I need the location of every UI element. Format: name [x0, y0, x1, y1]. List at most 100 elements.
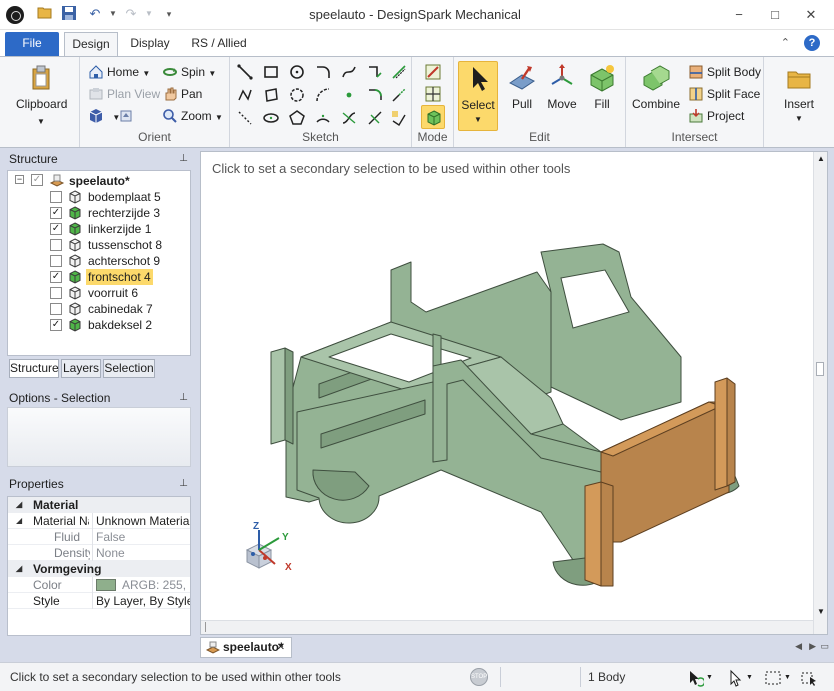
sweep-arc-icon[interactable]: [314, 86, 332, 104]
insert-button[interactable]: Insert ▼: [774, 61, 824, 131]
document-tab-close-icon[interactable]: ✕: [277, 638, 285, 657]
visibility-checkbox[interactable]: ✓: [50, 271, 62, 283]
redo-dropdown-icon[interactable]: ▼: [140, 5, 158, 23]
tab-display[interactable]: Display: [122, 32, 178, 56]
select-mode-icon[interactable]: [686, 669, 704, 687]
collapse-triangle-icon[interactable]: ◢: [16, 513, 22, 529]
fill-button[interactable]: Fill: [582, 61, 622, 131]
selection-filter-icon[interactable]: [800, 669, 820, 687]
section-mode-icon[interactable]: [424, 85, 442, 103]
app-logo-icon[interactable]: [6, 6, 24, 24]
scroll-left-icon[interactable]: [205, 622, 215, 632]
minimize-button[interactable]: −: [726, 4, 752, 26]
split-face-button[interactable]: Split Face: [688, 84, 760, 104]
circle-tool-icon[interactable]: [288, 63, 306, 81]
three-point-arc-icon[interactable]: [314, 109, 332, 127]
project-button[interactable]: Project: [688, 106, 744, 126]
pin-icon[interactable]: ⊥: [179, 389, 188, 407]
visibility-checkbox[interactable]: [50, 287, 62, 299]
three-point-rectangle-icon[interactable]: [262, 86, 280, 104]
help-icon[interactable]: ?: [804, 35, 820, 51]
tab-layers[interactable]: Layers: [61, 359, 101, 378]
collapse-triangle-icon[interactable]: ◢: [16, 561, 22, 577]
density-row[interactable]: Density None: [8, 545, 190, 561]
box-select-dropdown-icon[interactable]: ▼: [784, 674, 791, 681]
extend-tool-icon[interactable]: [390, 86, 408, 104]
style-row[interactable]: Style By Layer, By Style: [8, 593, 190, 609]
view-options-button[interactable]: [118, 106, 137, 126]
tab-selection[interactable]: Selection: [103, 359, 155, 378]
tab-design[interactable]: Design: [64, 32, 118, 56]
tab-scroll-right-icon[interactable]: ▶: [809, 641, 816, 652]
color-row[interactable]: Color ARGB: 255, 14: [8, 577, 190, 593]
split-body-button[interactable]: Split Body: [688, 62, 761, 82]
polygon-tool-icon[interactable]: [288, 109, 306, 127]
combine-button[interactable]: Combine: [630, 61, 682, 131]
visibility-checkbox[interactable]: [50, 255, 62, 267]
zoom-button[interactable]: Zoom ▼: [162, 106, 223, 126]
box-select-icon[interactable]: [764, 669, 782, 687]
tree-item[interactable]: ✓ linkerzijde 1: [8, 221, 188, 237]
tab-scroll-left-icon[interactable]: ◀: [795, 641, 802, 652]
close-button[interactable]: ✕: [798, 4, 824, 26]
3d-mode-button[interactable]: [421, 105, 445, 129]
tab-rs-allied[interactable]: RS / Allied: [182, 32, 256, 56]
horizontal-scrollbar[interactable]: [201, 620, 813, 634]
pointer-icon[interactable]: [728, 669, 744, 687]
sketch-mode-icon[interactable]: [424, 63, 442, 81]
select-button[interactable]: Select ▼: [458, 61, 498, 131]
vertical-scrollbar[interactable]: ▲ ▼: [813, 152, 827, 634]
save-icon[interactable]: [60, 5, 78, 23]
split-curve-icon[interactable]: [366, 109, 384, 127]
three-point-circle-icon[interactable]: [288, 86, 306, 104]
point-tool-icon[interactable]: [340, 86, 358, 104]
customize-toolbar-icon[interactable]: ▾: [160, 5, 178, 23]
visibility-checkbox[interactable]: [50, 303, 62, 315]
ribbon-collapse-icon[interactable]: ⌃: [781, 36, 790, 49]
tree-item[interactable]: cabinedak 7: [8, 301, 188, 317]
ellipse-tool-icon[interactable]: [262, 109, 280, 127]
root-checkbox[interactable]: ✓: [31, 174, 43, 186]
collapse-triangle-icon[interactable]: ◢: [16, 497, 22, 513]
pin-icon[interactable]: ⊥: [179, 475, 188, 493]
color-value[interactable]: ARGB: 255, 14: [92, 577, 190, 593]
tree-item[interactable]: ✓ frontschot 4: [8, 269, 188, 285]
tree-item[interactable]: ✓ bakdeksel 2: [8, 317, 188, 333]
stop-icon[interactable]: STOP: [470, 668, 488, 686]
pin-icon[interactable]: ⊥: [179, 150, 188, 168]
tree-item[interactable]: bodemplaat 5: [8, 189, 188, 205]
home-button[interactable]: Home ▼: [88, 62, 150, 82]
open-folder-icon[interactable]: [36, 5, 54, 23]
redo-icon[interactable]: ↷: [122, 5, 140, 23]
tree-root[interactable]: − ✓ speelauto*: [8, 173, 188, 189]
visibility-checkbox[interactable]: [50, 239, 62, 251]
move-button[interactable]: Move: [542, 61, 582, 131]
visibility-checkbox[interactable]: ✓: [50, 207, 62, 219]
vormgeving-category[interactable]: ◢ Vormgeving: [8, 561, 190, 577]
tangent-arc-icon[interactable]: [314, 63, 332, 81]
tab-structure[interactable]: Structure: [9, 359, 59, 378]
rectangle-tool-icon[interactable]: [262, 63, 280, 81]
tab-list-icon[interactable]: ▭: [820, 641, 829, 652]
visibility-checkbox[interactable]: ✓: [50, 319, 62, 331]
trim-tool-icon[interactable]: [366, 63, 384, 81]
tree-item[interactable]: voorruit 6: [8, 285, 188, 301]
fluid-row[interactable]: Fluid False: [8, 529, 190, 545]
material-name-row[interactable]: ◢ Material Na Unknown Material: [8, 513, 190, 529]
scroll-down-icon[interactable]: ▼: [817, 607, 825, 616]
document-tab[interactable]: speelauto* ✕: [200, 637, 292, 658]
scroll-thumb[interactable]: [816, 362, 824, 376]
plan-view-button[interactable]: Plan View: [88, 84, 160, 104]
material-category[interactable]: ◢ Material: [8, 497, 190, 513]
spline-tool-icon[interactable]: [340, 63, 358, 81]
pointer-dropdown-icon[interactable]: ▼: [746, 674, 753, 681]
bend-tool-icon[interactable]: [340, 109, 358, 127]
scroll-up-icon[interactable]: ▲: [817, 154, 825, 163]
tree-item[interactable]: achterschot 9: [8, 253, 188, 269]
tree-item[interactable]: tussenschot 8: [8, 237, 188, 253]
tree-item[interactable]: ✓ rechterzijde 3: [8, 205, 188, 221]
polyline-tool-icon[interactable]: [236, 86, 254, 104]
project-curve-icon[interactable]: [390, 109, 408, 127]
3d-viewport[interactable]: Click to set a secondary selection to be…: [200, 151, 828, 635]
maximize-button[interactable]: □: [762, 4, 788, 26]
